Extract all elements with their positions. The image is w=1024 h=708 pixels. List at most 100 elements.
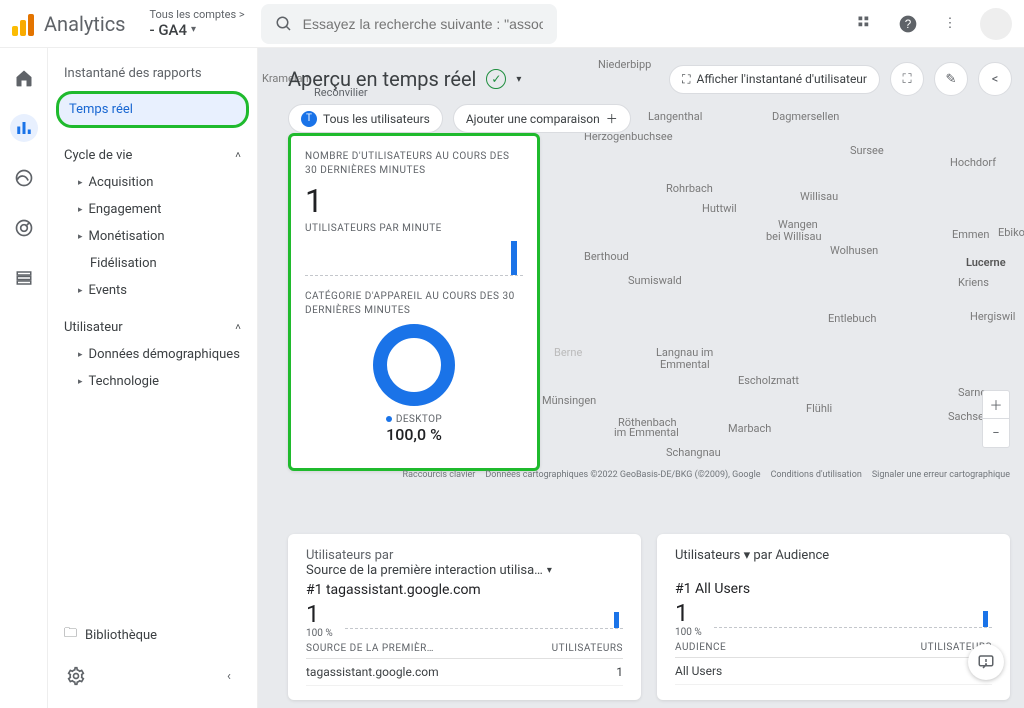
sidebar-item-library[interactable]: 🗀 Bibliothèque [56, 614, 249, 656]
card-top-value: #1 All Users [675, 581, 992, 597]
map-city-label: Kriens [958, 276, 989, 289]
rail-reports[interactable] [10, 114, 38, 142]
search-input[interactable] [303, 16, 544, 32]
map-city-label: Lucerne [966, 256, 1006, 269]
chevron-down-icon[interactable]: ▾ [516, 74, 521, 85]
analytics-logo [12, 12, 36, 36]
device-category-label: CATÉGORIE D'APPAREIL AU COURS DES 30 DER… [305, 290, 523, 318]
device-legend: DESKTOP [305, 414, 523, 425]
map-city-label: Berne [554, 346, 582, 359]
map-city-label: Hergiswil [970, 310, 1015, 323]
zoom-in-button[interactable]: ＋ [983, 391, 1009, 419]
edit-icon[interactable]: ✎ [934, 62, 968, 96]
account-sub: - GA4 [150, 21, 188, 39]
sidebar-section-lifecycle[interactable]: Cycle de vie ˄ [56, 142, 249, 169]
device-donut-chart [373, 324, 455, 406]
sidebar-item-report-snapshot[interactable]: Instantané des rapports [56, 60, 249, 87]
more-icon[interactable]: ⋮ [938, 12, 962, 36]
map-attr-terms[interactable]: Conditions d'utilisation [771, 470, 862, 480]
chevron-up-icon: ˄ [235, 322, 241, 333]
map-city-label: Emmen [952, 228, 989, 241]
map-attr-shortcuts[interactable]: Raccourcis clavier [403, 470, 476, 480]
sidebar-item-events[interactable]: Events [56, 277, 249, 304]
card-audience-dropdown[interactable]: Utilisateurs ▾ par Audience [675, 548, 829, 563]
realtime-users-card: NOMBRE D'UTILISATEURS AU COURS DES 30 DE… [288, 133, 540, 471]
map-city-label: Schangnau [666, 446, 721, 459]
snapshot-icon: ⛶ [682, 72, 690, 87]
settings-icon[interactable] [64, 664, 88, 688]
map-city-label: Wolhusen [830, 244, 878, 257]
map-zoom-control: ＋ − [982, 390, 1010, 448]
map-city-label: Langenthal [648, 110, 702, 123]
users-30min-label: NOMBRE D'UTILISATEURS AU COURS DES 30 DE… [305, 150, 523, 178]
sidebar-user-label: Utilisateur [64, 320, 123, 335]
account-picker[interactable]: Tous les comptes > - GA4▾ [150, 8, 245, 39]
zoom-out-button[interactable]: − [983, 419, 1009, 447]
map-city-label: Berthoud [584, 250, 629, 263]
feedback-button[interactable] [968, 644, 1004, 680]
avatar[interactable] [980, 8, 1012, 40]
sidebar-item-realtime[interactable]: Temps réel [56, 91, 249, 128]
device-pct: 100,0 % [305, 425, 523, 444]
card-count: 1 [306, 600, 333, 628]
search-icon [275, 15, 293, 33]
map-city-label: Hochdorf [950, 156, 996, 169]
card-sparkline [714, 610, 992, 628]
sidebar-item-demographics[interactable]: Données démographiques [56, 341, 249, 368]
map-city-label: Marbach [728, 422, 771, 435]
table-row[interactable]: tagassistant.google.com1 [306, 659, 623, 686]
map-city-label: Ebiko [998, 226, 1024, 239]
legend-label: DESKTOP [396, 414, 442, 425]
chevron-down-icon: ▾ [191, 24, 196, 36]
sidebar-item-engagement[interactable]: Engagement [56, 196, 249, 223]
map-city-label: Huttwil [702, 202, 737, 215]
snapshot-label: Afficher l'instantané d'utilisateur [697, 72, 867, 86]
user-snapshot-button[interactable]: ⛶ Afficher l'instantané d'utilisateur [669, 65, 880, 94]
chip-add-comparison[interactable]: Ajouter une comparaison＋ [453, 104, 631, 133]
apps-icon[interactable] [854, 12, 878, 36]
status-ok-icon[interactable]: ✓ [486, 69, 506, 89]
sidebar-item-retention[interactable]: Fidélisation [56, 250, 249, 277]
map-city-label: Emmental [660, 358, 710, 371]
chip-all-users[interactable]: TTous les utilisateurs [288, 104, 443, 133]
sidebar-section-user[interactable]: Utilisateur ˄ [56, 314, 249, 341]
rail-home[interactable] [10, 64, 38, 92]
account-top: Tous les comptes > [150, 8, 245, 21]
share-icon[interactable]: < [978, 62, 1012, 96]
map-city-label: im Emmental [614, 426, 679, 439]
card-pct: 100 % [675, 627, 702, 638]
sidebar-item-acquisition[interactable]: Acquisition [56, 169, 249, 196]
map-attr-data: Données cartographiques ©2022 GeoBasis-D… [485, 470, 760, 480]
rail-advertising[interactable] [10, 214, 38, 242]
table-row[interactable]: All Users1 [675, 658, 992, 685]
dropdown-label: Source de la première interaction utilis… [306, 563, 543, 578]
map-city-label: Sumiswald [628, 274, 682, 287]
row-label: All Users [675, 664, 722, 678]
card-top-value: #1 tagassistant.google.com [306, 582, 623, 598]
th-audience: AUDIENCE [675, 642, 726, 653]
chevron-down-icon: ▾ [547, 565, 552, 576]
sidebar-lifecycle-label: Cycle de vie [64, 148, 132, 163]
th-users: UTILISATEURS [552, 643, 623, 654]
fullscreen-icon[interactable]: ⛶ [890, 62, 924, 96]
card-source-dropdown[interactable]: Source de la première interaction utilis… [306, 563, 552, 578]
sidebar-library-label: Bibliothèque [85, 628, 157, 643]
map-attr-report[interactable]: Signaler une erreur cartographique [872, 470, 1010, 480]
users-per-minute-chart [305, 236, 523, 276]
map-city-label: Willisau [800, 190, 838, 203]
sidebar-item-monetisation[interactable]: Monétisation [56, 223, 249, 250]
map-city-label: Münsingen [542, 394, 596, 407]
search-bar[interactable] [261, 4, 558, 44]
map-city-label: Rohrbach [666, 182, 713, 195]
rail-configure[interactable] [10, 264, 38, 292]
map-city-label: Escholzmatt [738, 374, 799, 387]
help-icon[interactable]: ? [896, 12, 920, 36]
plus-icon: ＋ [606, 110, 618, 127]
map-attribution: Raccourcis clavier Données cartographiqu… [403, 470, 1010, 480]
rail-explore[interactable] [10, 164, 38, 192]
folder-icon: 🗀 [64, 624, 77, 646]
users-30min-value: 1 [305, 182, 523, 220]
collapse-sidebar-icon[interactable]: ‹ [217, 664, 241, 688]
sidebar-item-technology[interactable]: Technologie [56, 368, 249, 395]
map-city-label: Sursee [850, 144, 884, 157]
